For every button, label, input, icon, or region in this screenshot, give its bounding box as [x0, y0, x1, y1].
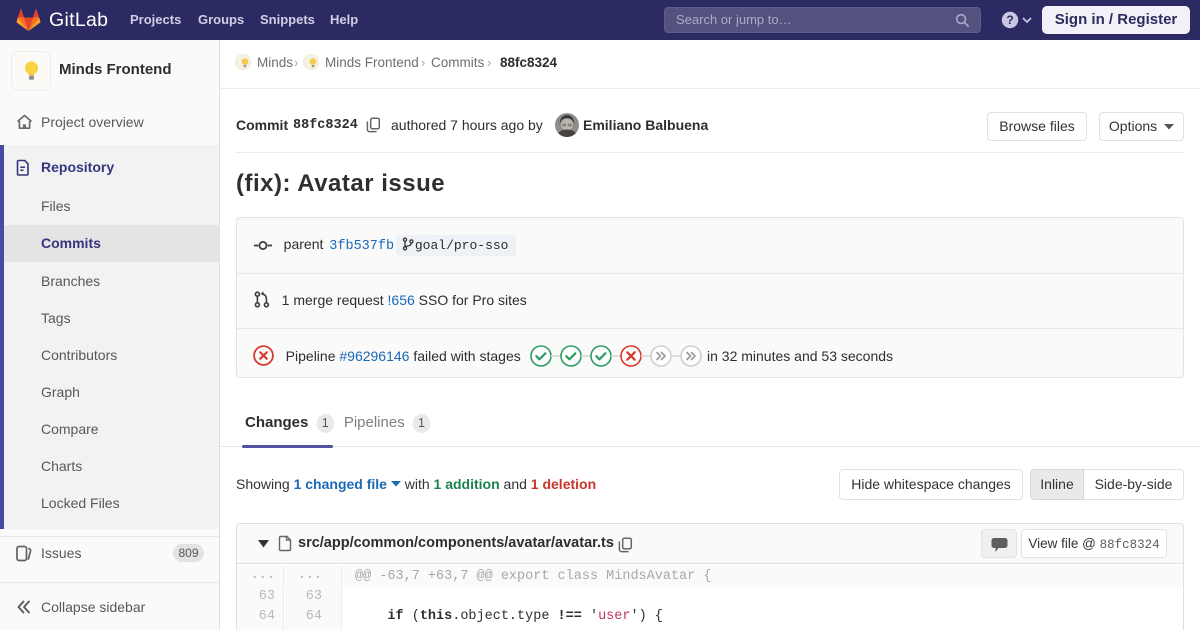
svg-text:?: ? [1006, 13, 1013, 27]
